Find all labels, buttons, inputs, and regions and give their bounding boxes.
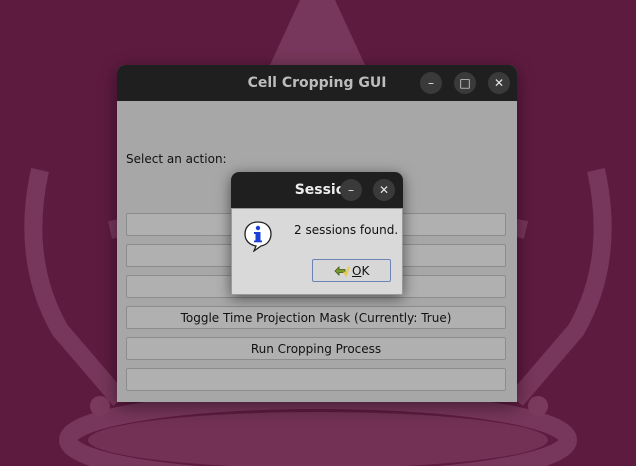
ok-label-rest: K — [361, 264, 370, 278]
run-cropping-button[interactable]: Run Cropping Process — [126, 337, 506, 360]
dialog-close-button[interactable]: ✕ — [373, 179, 395, 201]
main-titlebar[interactable]: Cell Cropping GUI – □ ✕ — [117, 65, 517, 101]
ok-button[interactable]: OK — [312, 259, 391, 282]
sessions-dialog: Sessio... – ✕ 2 sessions found. OK — [231, 172, 403, 295]
minimize-button[interactable]: – — [420, 72, 442, 94]
toggle-time-projection-button[interactable]: Toggle Time Projection Mask (Currently: … — [126, 306, 506, 329]
dialog-titlebar[interactable]: Sessio... – ✕ — [231, 172, 403, 208]
close-button[interactable]: ✕ — [488, 72, 510, 94]
info-icon — [244, 221, 272, 252]
select-action-label: Select an action: — [126, 152, 227, 166]
dialog-minimize-button[interactable]: – — [340, 179, 362, 201]
action-button-6[interactable] — [126, 368, 506, 391]
maximize-button[interactable]: □ — [454, 72, 476, 94]
ok-label: OK — [352, 264, 369, 278]
dialog-body: 2 sessions found. OK — [231, 208, 403, 295]
dialog-message: 2 sessions found. — [294, 223, 399, 237]
check-arrow-icon — [334, 266, 350, 278]
